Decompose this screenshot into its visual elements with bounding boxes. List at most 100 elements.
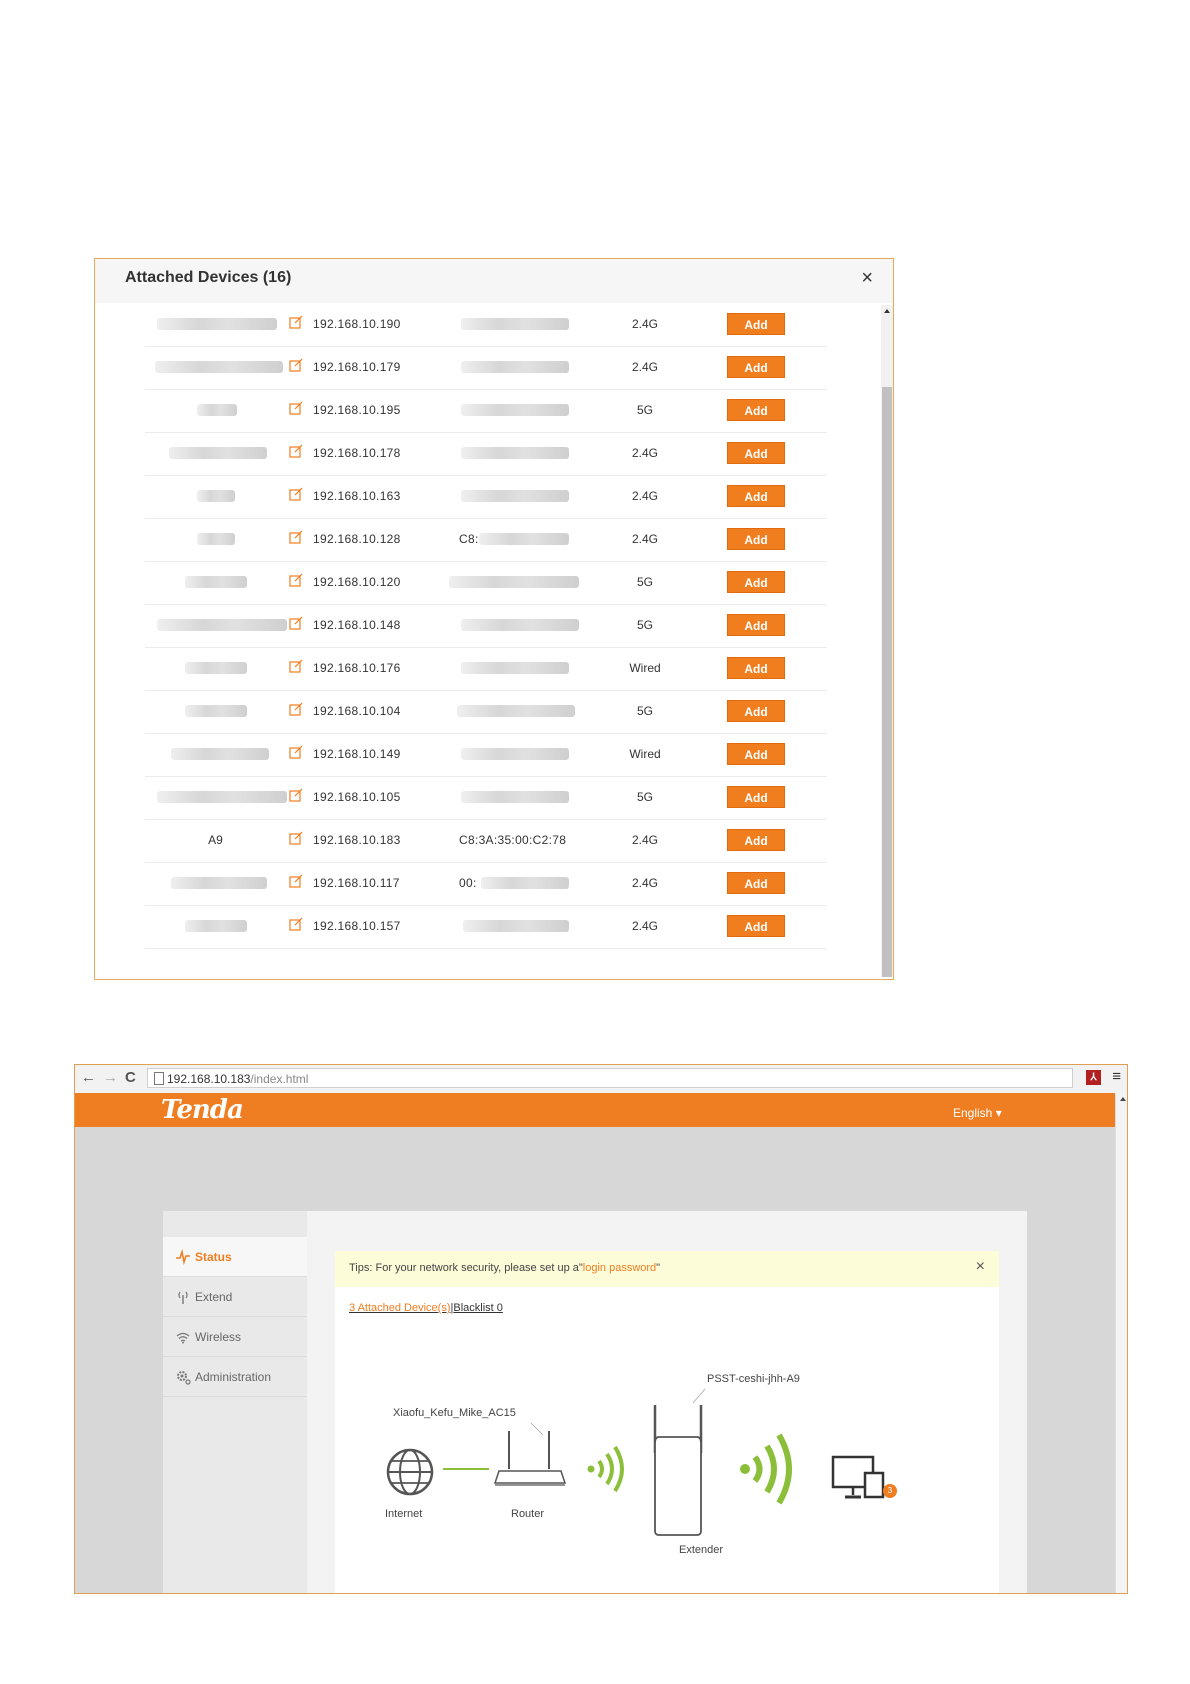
menu-icon[interactable]: ≡ [1112,1069,1121,1085]
device-row: 192.168.10.195 5G Add [145,389,827,433]
device-band: 2.4G [631,489,658,503]
device-row: 192.168.10.178 2.4G Add [145,432,827,476]
device-mac: C8: [459,532,479,546]
edit-icon[interactable] [289,315,303,329]
device-row: 192.168.10.157 2.4G Add [145,905,827,949]
add-button[interactable]: Add [727,614,785,636]
add-button[interactable]: Add [727,786,785,808]
device-ip: 192.168.10.179 [313,360,401,374]
sidebar-item-administration[interactable]: Administration [163,1357,307,1397]
antenna-icon [175,1289,191,1305]
pdf-extension-icon[interactable]: ⅄ [1086,1070,1101,1085]
device-ip: 192.168.10.148 [313,618,401,632]
redacted-mac [449,576,579,588]
blacklist-link[interactable]: Blacklist 0 [453,1302,503,1314]
extender-icon [653,1405,703,1536]
add-button[interactable]: Add [727,571,785,593]
device-band: 5G [636,403,653,417]
sidebar-item-extend[interactable]: Extend [163,1277,307,1317]
device-name [153,317,278,331]
device-row: 192.168.10.120 5G Add [145,561,827,605]
redacted-mac [461,447,569,459]
device-name [153,876,278,890]
attached-devices-link[interactable]: 3 Attached Device(s) [349,1302,451,1314]
close-icon[interactable]: × [861,268,873,288]
device-band: 2.4G [631,446,658,460]
edit-icon[interactable] [289,788,303,802]
edit-icon[interactable] [289,616,303,630]
edit-icon[interactable] [289,444,303,458]
device-name: A9 [208,833,223,847]
device-row: 192.168.10.105 5G Add [145,776,827,820]
add-button[interactable]: Add [727,442,785,464]
page-icon [154,1072,164,1085]
add-button[interactable]: Add [727,485,785,507]
device-row: 192.168.10.179 2.4G Add [145,346,827,390]
device-row: 192.168.10.163 2.4G Add [145,475,827,519]
forward-arrow-icon[interactable]: → [103,1070,118,1086]
reload-icon[interactable]: C [125,1070,136,1086]
device-links: 3 Attached Device(s)|Blacklist 0 [349,1302,503,1314]
device-name [153,532,278,546]
scroll-up-arrow-icon[interactable] [884,309,890,313]
device-ip: 192.168.10.117 [313,876,400,890]
edit-icon[interactable] [289,831,303,845]
device-ip: 192.168.10.190 [313,317,401,331]
edit-icon[interactable] [289,745,303,759]
add-button[interactable]: Add [727,915,785,937]
sidebar-item-wireless[interactable]: Wireless [163,1317,307,1357]
add-button[interactable]: Add [727,700,785,722]
device-ip: 192.168.10.178 [313,446,401,460]
address-bar[interactable]: 192.168.10.183/index.html [147,1068,1073,1088]
sidebar-item-status[interactable]: Status [163,1237,307,1277]
edit-icon[interactable] [289,917,303,931]
add-button[interactable]: Add [727,399,785,421]
router-icon [493,1431,567,1486]
edit-icon[interactable] [289,358,303,372]
device-name [153,489,278,503]
device-ip: 192.168.10.183 [313,833,401,847]
redacted-mac [481,877,569,889]
page-scrollbar[interactable] [1115,1093,1127,1593]
wifi-icon [175,1329,191,1345]
device-ip: 192.168.10.128 [313,532,401,546]
device-ip: 192.168.10.163 [313,489,401,503]
add-button[interactable]: Add [727,872,785,894]
redacted-mac [457,705,575,717]
device-row: 192.168.10.104 5G Add [145,690,827,734]
device-band: 5G [636,704,653,718]
edit-icon[interactable] [289,702,303,716]
device-band: 2.4G [631,532,658,546]
edit-icon[interactable] [289,573,303,587]
device-band: Wired [629,747,661,761]
gear-icon [175,1369,191,1385]
brand-header: Tenda English ▾ [75,1093,1115,1127]
edit-icon[interactable] [289,487,303,501]
edit-icon[interactable] [289,874,303,888]
device-mac: 00: [459,876,477,890]
add-button[interactable]: Add [727,313,785,335]
scroll-up-arrow-icon[interactable] [1120,1097,1126,1101]
add-button[interactable]: Add [727,528,785,550]
edit-icon[interactable] [289,401,303,415]
language-select[interactable]: English ▾ [953,1106,1002,1120]
close-icon[interactable]: × [976,1259,985,1275]
redacted-mac [461,404,569,416]
add-button[interactable]: Add [727,743,785,765]
edit-icon[interactable] [289,530,303,544]
redacted-mac [461,318,569,330]
device-name [153,747,278,761]
sidebar: Status Extend Wireless Administration [163,1211,307,1593]
signal-waves-icon [740,1433,792,1505]
add-button[interactable]: Add [727,356,785,378]
scroll-thumb[interactable] [882,387,892,977]
back-arrow-icon[interactable]: ← [81,1070,96,1086]
device-row: 192.168.10.128 C8: 2.4G Add [145,518,827,562]
sidebar-item-label: Extend [195,1290,233,1304]
dialog-scrollbar[interactable] [881,305,893,977]
redacted-mac [479,533,569,545]
add-button[interactable]: Add [727,657,785,679]
edit-icon[interactable] [289,659,303,673]
login-password-link[interactable]: login password [583,1262,656,1274]
add-button[interactable]: Add [727,829,785,851]
